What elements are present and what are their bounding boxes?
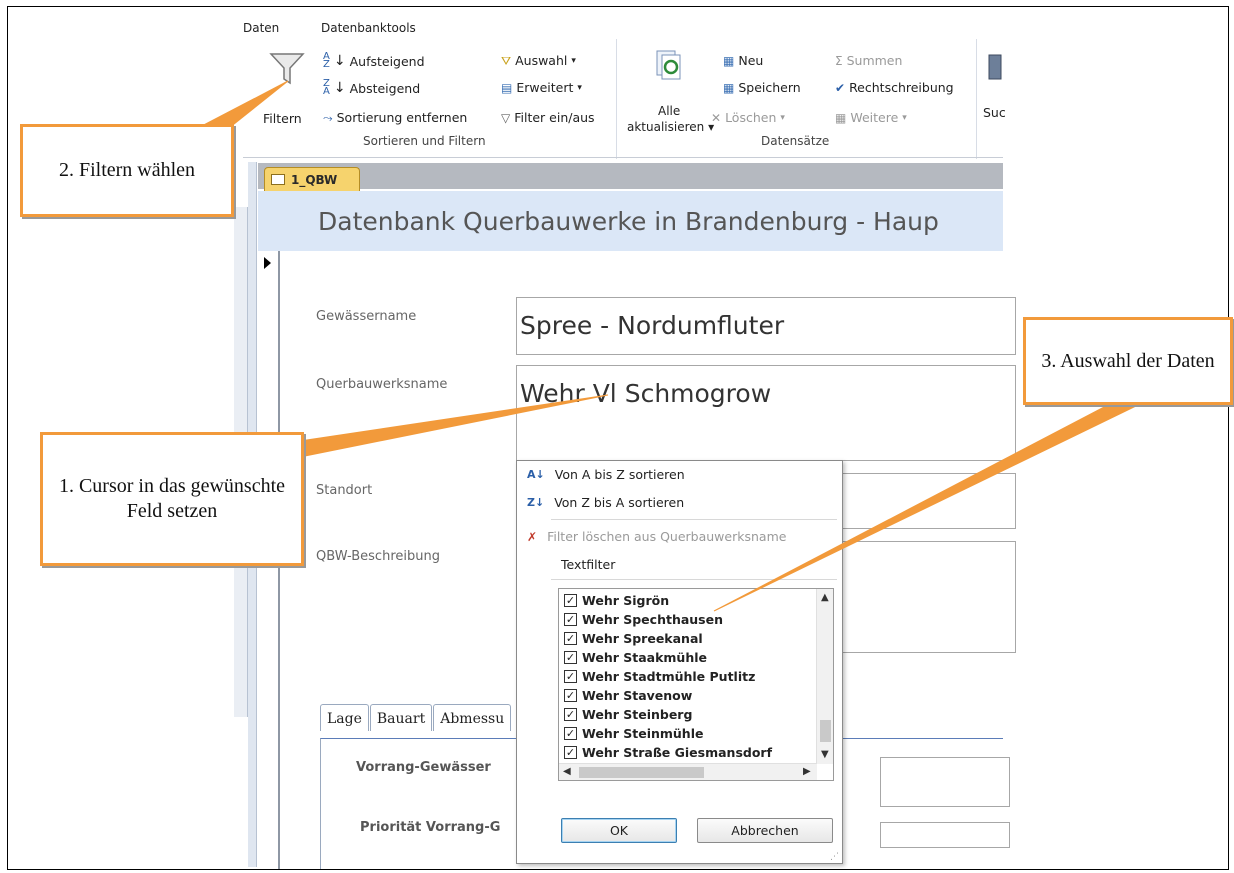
callout-step-3: 3. Auswahl der Daten <box>1023 317 1233 405</box>
callout-step-2: 2. Filtern wählen <box>20 124 234 217</box>
callout-step-1: 1. Cursor in das gewünschte Feld setzen <box>40 432 304 566</box>
